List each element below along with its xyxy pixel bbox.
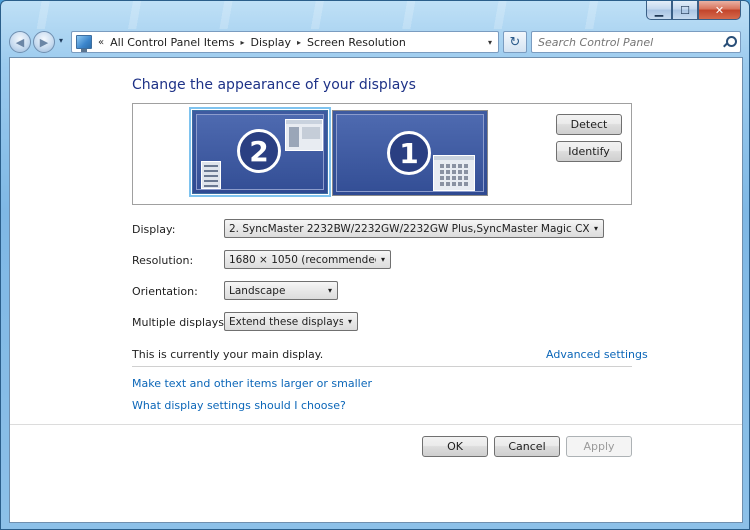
resolution-select[interactable]: 1680 × 1050 (recommended) ▾ (224, 250, 391, 269)
arrow-left-icon: ◀ (15, 35, 25, 49)
monitor-window-thumbnail (433, 155, 475, 191)
search-box[interactable] (531, 31, 741, 53)
multiple-displays-label: Multiple displays: (132, 316, 228, 329)
resolution-label: Resolution: (132, 254, 194, 267)
display-arrangement-area: 2 1 Detect Identify (132, 103, 632, 205)
chevron-down-icon: ▾ (593, 224, 598, 233)
apply-button[interactable]: Apply (566, 436, 632, 457)
breadcrumb-separator-icon[interactable]: ▸ (297, 38, 301, 47)
resolution-select-value: 1680 × 1050 (recommended) (229, 253, 376, 266)
main-display-status: This is currently your main display. (132, 348, 324, 361)
advanced-settings-link[interactable]: Advanced settings (546, 348, 648, 361)
arrow-right-icon: ▶ (39, 35, 49, 49)
forward-button[interactable]: ▶ (33, 31, 55, 53)
close-button[interactable]: ✕ (698, 1, 741, 20)
monitor-window-thumbnail (285, 119, 323, 151)
monitor-number-label: 1 (387, 131, 431, 175)
refresh-icon: ↻ (509, 34, 521, 50)
monitor-number-label: 2 (237, 129, 281, 173)
breadcrumb-separator-icon[interactable]: ▸ (240, 38, 244, 47)
window-frame: ▁ ☐ ✕ ◀ ▶ ▾ « All Control Panel Items ▸ … (0, 0, 750, 530)
display-select[interactable]: 2. SyncMaster 2232BW/2232GW/2232GW Plus,… (224, 219, 604, 238)
cancel-button[interactable]: Cancel (494, 436, 560, 457)
page-title: Change the appearance of your displays (132, 77, 416, 93)
monitor-2[interactable]: 2 (189, 107, 331, 197)
content-pane: Change the appearance of your displays 2 (9, 57, 743, 523)
multiple-displays-select-value: Extend these displays (229, 315, 343, 328)
chevron-down-icon: ▾ (380, 255, 385, 264)
display-settings-help-link[interactable]: What display settings should I choose? (132, 399, 346, 412)
breadcrumb-overflow[interactable]: « (98, 37, 104, 48)
footer-divider (10, 424, 742, 425)
caption-buttons: ▁ ☐ ✕ (646, 1, 741, 20)
ok-button[interactable]: OK (422, 436, 488, 457)
maximize-button[interactable]: ☐ (672, 1, 698, 20)
control-panel-icon (76, 35, 92, 52)
recent-pages-button[interactable]: ▾ (59, 36, 63, 45)
search-icon[interactable] (723, 36, 737, 48)
orientation-select[interactable]: Landscape ▾ (224, 281, 338, 300)
chevron-down-icon: ▾ (347, 317, 352, 326)
back-button[interactable]: ◀ (9, 31, 31, 53)
monitor-sidebar-thumbnail (201, 161, 221, 189)
chevron-down-icon: ▾ (327, 286, 332, 295)
address-dropdown-icon[interactable]: ▾ (482, 32, 498, 52)
minimize-button[interactable]: ▁ (646, 1, 672, 20)
display-label: Display: (132, 223, 176, 236)
monitor-1[interactable]: 1 (332, 110, 488, 196)
text-size-link[interactable]: Make text and other items larger or smal… (132, 377, 372, 390)
section-divider (132, 366, 632, 367)
display-select-value: 2. SyncMaster 2232BW/2232GW/2232GW Plus,… (229, 222, 589, 235)
title-bar-glass (1, 1, 641, 29)
refresh-button[interactable]: ↻ (503, 31, 527, 53)
breadcrumb-display[interactable]: Display (250, 36, 291, 49)
orientation-label: Orientation: (132, 285, 198, 298)
orientation-select-value: Landscape (229, 284, 286, 297)
detect-button[interactable]: Detect (556, 114, 622, 135)
multiple-displays-select[interactable]: Extend these displays ▾ (224, 312, 358, 331)
navigation-bar: ◀ ▶ ▾ « All Control Panel Items ▸ Displa… (9, 30, 743, 54)
address-bar[interactable]: « All Control Panel Items ▸ Display ▸ Sc… (71, 31, 499, 53)
search-input[interactable] (538, 35, 714, 49)
identify-button[interactable]: Identify (556, 141, 622, 162)
breadcrumb-screen-resolution[interactable]: Screen Resolution (307, 36, 406, 49)
breadcrumb-all-control-panel-items[interactable]: All Control Panel Items (110, 36, 234, 49)
